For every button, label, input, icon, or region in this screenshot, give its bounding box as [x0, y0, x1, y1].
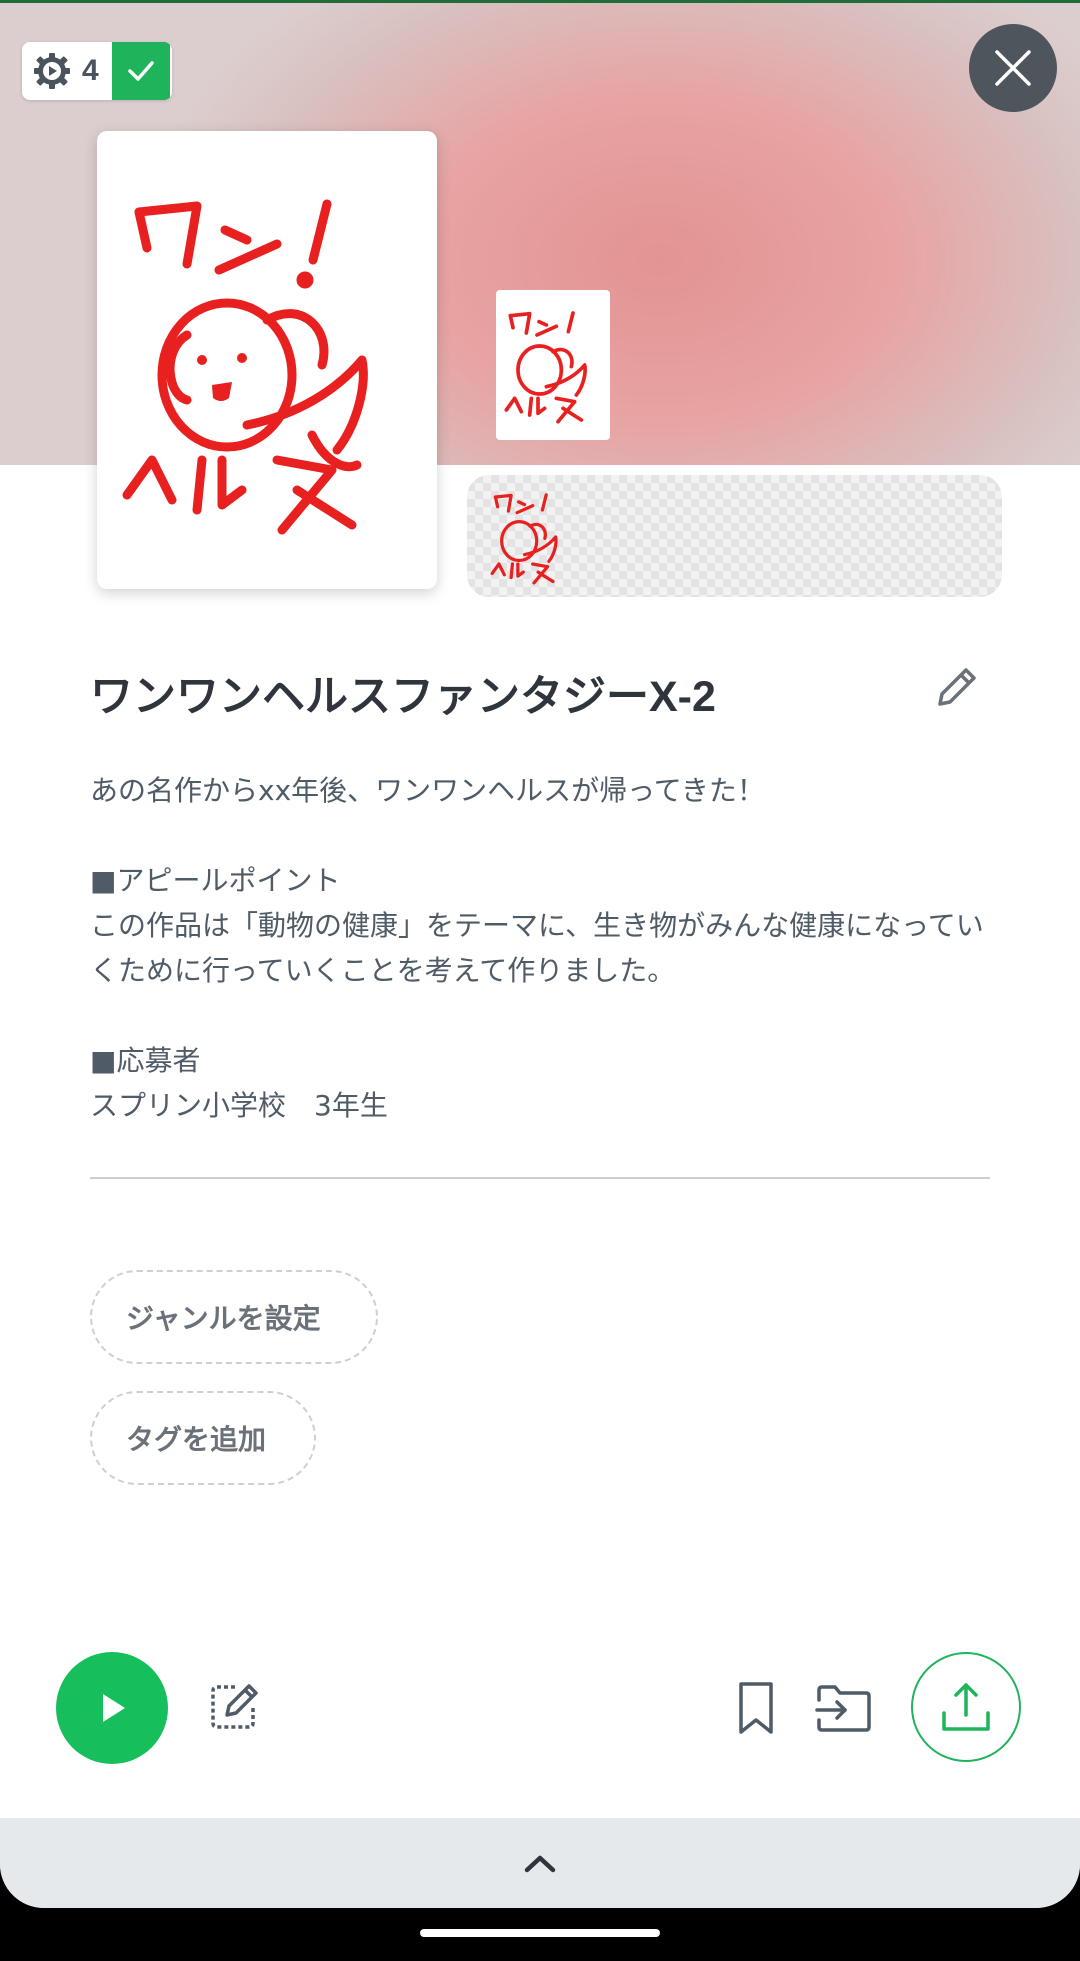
share-button[interactable] [911, 1652, 1021, 1762]
edit-title-button[interactable] [930, 660, 984, 714]
move-to-folder-button[interactable] [814, 1680, 874, 1736]
build-status-badge[interactable]: 4 [22, 42, 172, 100]
close-icon [995, 50, 1031, 86]
dog-drawing-banner [490, 493, 558, 585]
move-to-folder-icon [815, 1685, 871, 1732]
app-detail-sheet: 4 ワンワンヘルスファンタジーX-2 あの名作からxx年後、ワンワンヘルスが帰っ… [0, 0, 1080, 1908]
build-count: 4 [82, 54, 99, 87]
dog-drawing-small [504, 311, 587, 424]
upload-share-icon [942, 1683, 990, 1731]
dog-drawing [122, 199, 368, 535]
edit-code-button[interactable] [204, 1676, 264, 1736]
close-button[interactable] [969, 24, 1057, 112]
small-thumbnail[interactable] [496, 290, 610, 440]
edit-code-icon [211, 1684, 258, 1729]
gear-play-icon [22, 42, 82, 100]
banner-thumbnail[interactable] [467, 475, 1002, 597]
play-button[interactable] [56, 1652, 168, 1764]
pencil-icon [938, 668, 976, 706]
divider [90, 1177, 990, 1179]
check-icon [112, 42, 170, 100]
bookmark-icon [739, 1682, 773, 1734]
expand-bar[interactable] [0, 1818, 1080, 1908]
app-title: ワンワンヘルスファンタジーX-2 [90, 673, 716, 721]
add-tag-chip[interactable]: タグを追加 [90, 1391, 316, 1485]
set-genre-chip[interactable]: ジャンルを設定 [90, 1270, 378, 1364]
top-accent-line [0, 0, 1080, 3]
home-indicator[interactable] [420, 1929, 660, 1937]
main-thumbnail[interactable] [97, 131, 437, 589]
play-icon [103, 1694, 125, 1722]
bookmark-button[interactable] [732, 1678, 780, 1738]
app-description: あの名作からxx年後、ワンワンヘルスが帰ってきた！ ■アピールポイント この作品… [90, 774, 984, 1122]
chevron-up-icon [524, 1855, 556, 1873]
